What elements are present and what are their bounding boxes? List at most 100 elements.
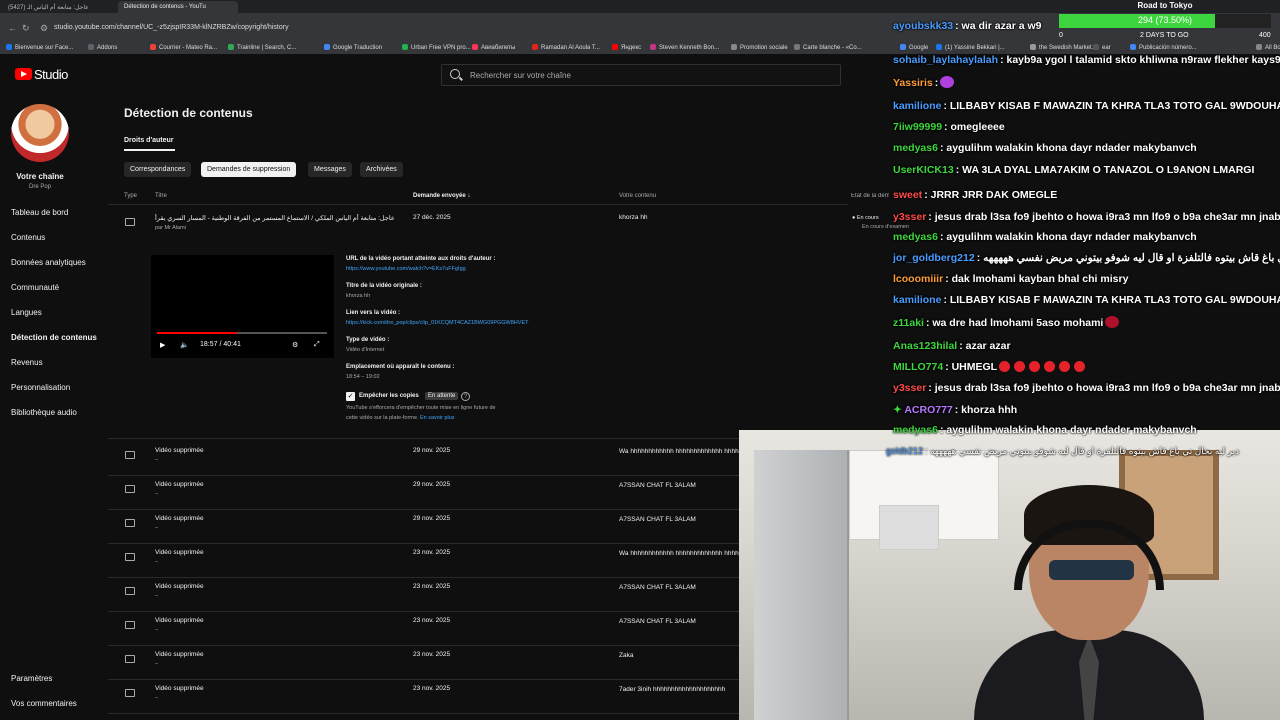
studio-logo[interactable]: Studio: [15, 67, 68, 82]
chat-username[interactable]: Anas123hilal: [893, 340, 957, 352]
url-field[interactable]: studio.youtube.com/channel/UC_-z5zjspIR3…: [54, 24, 289, 31]
request-title[interactable]: Vidéo supprimée: [155, 651, 204, 658]
request-title[interactable]: Vidéo supprimée: [155, 549, 204, 556]
chip-archived[interactable]: Archivées: [360, 162, 403, 177]
bookmark-item[interactable]: Publicación número...: [1130, 44, 1197, 51]
chat-username[interactable]: kamilione: [893, 294, 941, 306]
divider: [108, 509, 848, 510]
column-sent[interactable]: Demande envoyée ↓: [413, 193, 470, 199]
browser-tab-active[interactable]: Détection de contenus - YouTu: [118, 1, 238, 13]
bookmark-item[interactable]: Bienvenue sur Face...: [6, 44, 73, 51]
video-player[interactable]: ▶ 🔈 18:57 / 40:41 ⚙ ⤢: [151, 255, 334, 358]
url-link[interactable]: https://www.youtube.com/watch?v=EKs7uFFg…: [346, 266, 466, 272]
request-subtitle: –: [155, 525, 159, 531]
bookmark-item[interactable]: Авиабилеты: [472, 44, 515, 51]
sidebar-item-analytics[interactable]: Données analytiques: [11, 258, 86, 267]
bookmark-item[interactable]: Urban Free VPN pro...: [402, 44, 471, 51]
help-icon[interactable]: ?: [461, 392, 470, 401]
bookmark-item[interactable]: Courrier - Mateo Ra...: [150, 44, 217, 51]
bookmark-item[interactable]: Carte blanche - «Co...: [794, 44, 862, 51]
bookmark-item[interactable]: All Bo: [1256, 44, 1280, 51]
request-date: 29 nov. 2025: [413, 515, 451, 522]
red-circle-icon: [1059, 361, 1071, 372]
bookmark-item[interactable]: the Swedish Market...: [1030, 44, 1097, 51]
chat-username[interactable]: kamilione: [893, 100, 941, 112]
bookmark-item[interactable]: Ramadan Al Aoula T...: [532, 44, 600, 51]
request-date: 23 nov. 2025: [413, 617, 451, 624]
bookmark-item[interactable]: Google: [900, 44, 928, 51]
chat-username[interactable]: sohaib_laylahaylalah: [893, 54, 998, 66]
chat-username[interactable]: medyas6: [893, 142, 938, 154]
bookmark-item[interactable]: Steven Kenneth Bon...: [650, 44, 719, 51]
chip-matches[interactable]: Correspondances: [124, 162, 192, 177]
sidebar-item-earn[interactable]: Revenus: [11, 358, 43, 367]
bookmark-item[interactable]: ear: [1093, 44, 1111, 51]
request-content: 7ader 3inih hhhhhhhhhhhhhhhhhhhh: [619, 686, 726, 693]
chat-username[interactable]: UserKICK13: [893, 164, 954, 176]
chat-username[interactable]: goldb212: [886, 446, 923, 456]
request-title[interactable]: Vidéo supprimée: [155, 685, 204, 692]
search-input[interactable]: Rechercher sur votre chaîne: [441, 64, 841, 86]
sidebar-item-dashboard[interactable]: Tableau de bord: [11, 208, 68, 217]
chip-removal-requests[interactable]: Demandes de suppression: [201, 162, 297, 177]
request-subtitle: –: [155, 695, 159, 701]
learn-more-link[interactable]: En savoir plus: [420, 415, 455, 421]
chat-username[interactable]: jor_goldberg212: [893, 252, 975, 264]
chat-username[interactable]: medyas6: [893, 231, 938, 243]
prevent-copies-checkbox[interactable]: ✓: [346, 392, 355, 401]
status-text: En cours: [856, 215, 879, 221]
chat-username[interactable]: medyas6: [893, 424, 938, 436]
channel-avatar[interactable]: [11, 104, 69, 162]
request-title[interactable]: Vidéo supprimée: [155, 617, 204, 624]
request-title[interactable]: Vidéo supprimée: [155, 583, 204, 590]
back-icon[interactable]: ←: [8, 23, 17, 33]
chat-username[interactable]: 7iiw99999: [893, 121, 942, 133]
bookmark-item[interactable]: Addons: [88, 44, 117, 51]
sidebar-item-audio-library[interactable]: Bibliothèque audio: [11, 408, 77, 417]
chat-message: ayoubskk33: wa dir azar a w9: [893, 20, 1042, 32]
chat-username[interactable]: sweet: [893, 189, 922, 201]
request-title[interactable]: Vidéo supprimée: [155, 481, 204, 488]
chat-message: y3sser: jesus drab l3sa fo9 jbehto o how…: [893, 211, 1280, 223]
chat-username[interactable]: y3sser: [893, 382, 926, 394]
chat-username[interactable]: lcooomiiir: [893, 273, 943, 285]
sidebar-item-community[interactable]: Communauté: [11, 283, 59, 292]
request-title[interactable]: Vidéo supprimée: [155, 447, 204, 454]
progress-bar[interactable]: [157, 332, 327, 334]
sidebar-item-content-detection[interactable]: Détection de contenus: [11, 333, 97, 342]
chat-username[interactable]: Yassiris: [893, 77, 933, 89]
chat-username[interactable]: z11aki: [893, 317, 924, 329]
bookmark-item[interactable]: Google Traduction: [324, 44, 382, 51]
chip-messages[interactable]: Messages: [308, 162, 352, 177]
chat-text: : dak lmohami kayban bhal chi misry: [945, 273, 1129, 285]
volume-icon[interactable]: 🔈: [180, 341, 189, 349]
tab-copyright[interactable]: Droits d'auteur: [124, 137, 174, 144]
sidebar-item-content[interactable]: Contenus: [11, 233, 45, 242]
chat-username[interactable]: ACRO777: [904, 404, 952, 416]
sidebar-item-customization[interactable]: Personnalisation: [11, 383, 70, 392]
play-icon[interactable]: ▶: [160, 341, 165, 349]
gear-icon[interactable]: ⚙: [292, 341, 298, 349]
request-title[interactable]: Vidéo supprimée: [155, 515, 204, 522]
arrow-down-icon: ↓: [467, 193, 471, 199]
bookmark-item[interactable]: Яндекс: [612, 44, 641, 51]
reload-icon[interactable]: ↻: [22, 23, 30, 34]
fullscreen-icon[interactable]: ⤢: [314, 341, 320, 349]
request-title[interactable]: عاجل: متابعة أم الياس الملكي / الاستماع …: [155, 214, 395, 222]
bookmark-item[interactable]: (1) Yassine Bekkari |...: [936, 44, 1005, 51]
bookmark-icon: [402, 44, 408, 50]
chat-username[interactable]: ayoubskk33: [893, 20, 953, 32]
site-info-icon[interactable]: ⚙: [40, 23, 48, 34]
bookmark-item[interactable]: Promotion sociale: [731, 44, 788, 51]
sidebar-item-feedback[interactable]: Vos commentaires: [11, 699, 77, 708]
chat-username[interactable]: y3sser: [893, 211, 926, 223]
sidebar-item-settings[interactable]: Paramètres: [11, 674, 52, 683]
chat-text: : wa dre had lmohami 5aso mohami: [925, 317, 1104, 329]
oven: [879, 505, 939, 550]
chat-username[interactable]: MILLO774: [893, 361, 943, 373]
sidebar-item-languages[interactable]: Langues: [11, 308, 42, 317]
bookmark-item[interactable]: Trainline | Search, C...: [228, 44, 296, 51]
browser-tab[interactable]: (5427) عاجل: متابعة أم الياس الـ: [2, 1, 114, 13]
video-link[interactable]: https://kick.com/dre_pop/clips/clip_01KC…: [346, 320, 528, 326]
chat-text: : jesus drab l3sa fo9 jbehto o howa i9ra…: [928, 211, 1280, 223]
